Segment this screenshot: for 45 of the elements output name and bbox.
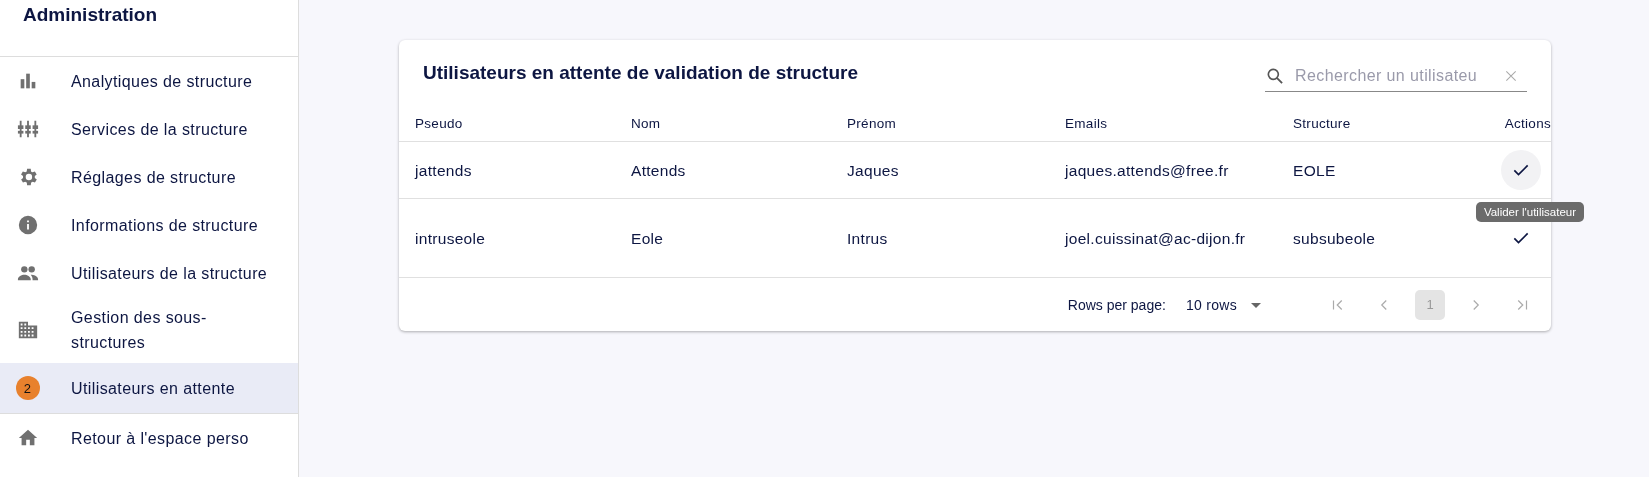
rows-per-page-label: Rows per page: bbox=[1067, 296, 1166, 313]
column-header: Emails bbox=[1064, 114, 1109, 133]
card-title: Utilisateurs en attente de validation de structure bbox=[423, 61, 858, 84]
table-cell-text: intruseole bbox=[414, 228, 487, 249]
item-label: Gestion des sous-structures bbox=[71, 308, 208, 353]
item-label: Retour à l'espace perso bbox=[71, 428, 250, 449]
table-cell-text: subsubeole bbox=[1292, 228, 1377, 249]
sidebar-item[interactable]: Services de la structure bbox=[0, 105, 298, 153]
sidebar-title: Administration bbox=[0, 0, 298, 57]
table-cell-text: jaques.attends@free.fr bbox=[1063, 160, 1230, 181]
table-cell-text: EOLE bbox=[1292, 160, 1337, 181]
tooltip: Valider l'utilisateur bbox=[1475, 202, 1584, 222]
item-label: Réglages de structure bbox=[71, 167, 237, 188]
close-icon bbox=[1503, 68, 1519, 84]
sidebar-item[interactable]: Informations de structure bbox=[0, 201, 298, 249]
sidebar-item[interactable]: Utilisateurs de la structure bbox=[0, 249, 298, 297]
info-icon bbox=[16, 214, 39, 236]
table-cell-text: Intrus bbox=[846, 228, 889, 249]
count-badge: 2 bbox=[15, 376, 40, 400]
column-header: Structure bbox=[1292, 114, 1352, 133]
sidebar-item[interactable]: Gestion des sous-structures bbox=[0, 297, 298, 363]
building-icon bbox=[16, 319, 39, 341]
sidebar-item[interactable]: Retour à l'espace perso bbox=[0, 414, 298, 462]
table-cell-text: joel.cuissinat@ac-dijon.fr bbox=[1063, 228, 1247, 249]
validate-button[interactable] bbox=[1501, 150, 1541, 190]
table-cell-text: jattends bbox=[413, 160, 473, 181]
column-header: Nom bbox=[630, 114, 662, 133]
search-icon bbox=[1265, 66, 1285, 86]
select-value: 10 rows bbox=[1185, 296, 1237, 313]
sidebar-item[interactable]: 2 Utilisateurs en attente bbox=[0, 363, 298, 414]
table-cell-text: Jaques bbox=[846, 160, 900, 181]
sidebar-item[interactable]: Analytiques de structure bbox=[0, 57, 298, 105]
table-cell-text: Attends bbox=[630, 160, 687, 181]
column-header: Pseudo bbox=[414, 114, 464, 133]
item-label: Utilisateurs de la structure bbox=[71, 263, 269, 284]
item-label: Informations de structure bbox=[71, 215, 259, 236]
item-label: Utilisateurs en attente bbox=[71, 378, 236, 399]
sidebar-item[interactable]: Réglages de structure bbox=[0, 153, 298, 201]
rows-per-page-select[interactable]: 10 rows bbox=[1185, 296, 1263, 313]
item-label: Analytiques de structure bbox=[71, 71, 254, 92]
column-header: Actions bbox=[1503, 114, 1551, 133]
sliders-icon bbox=[16, 118, 39, 140]
item-label: Services de la structure bbox=[71, 119, 249, 140]
table-cell-text: Eole bbox=[630, 228, 665, 249]
column-header: Prénom bbox=[846, 114, 898, 133]
